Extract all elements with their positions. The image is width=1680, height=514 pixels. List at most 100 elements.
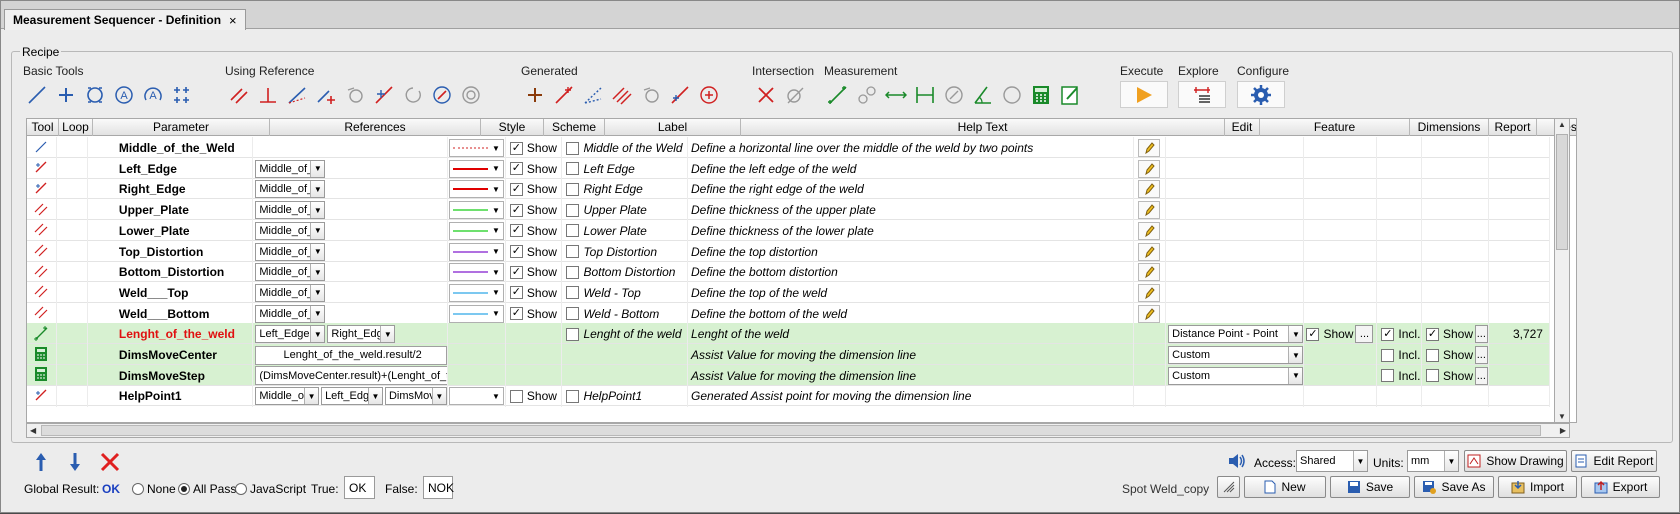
gen-point-line-icon[interactable] <box>550 81 578 108</box>
parameter-name[interactable]: DimsMoveStep <box>88 364 254 387</box>
style-select[interactable]: ▼ <box>448 242 504 261</box>
loop-cell[interactable] <box>57 219 88 242</box>
label-checkbox[interactable] <box>566 224 580 238</box>
table-row[interactable]: Weld___Bottom Middle_of_ ▼ ▼ ✓ Show Weld - Bot… <box>27 302 1550 325</box>
loop-cell[interactable] <box>57 178 88 201</box>
scheme-show-checkbox[interactable]: ✓ Show <box>509 203 557 217</box>
report-include-checkbox-box[interactable]: ✓ <box>1381 327 1395 341</box>
style-select[interactable]: ▼ <box>448 304 504 323</box>
intersect-circle-icon[interactable] <box>781 81 809 108</box>
scheme-show-checkbox-box[interactable]: ✓ <box>509 203 523 217</box>
style-select[interactable]: ▼ <box>448 387 504 406</box>
help-text[interactable]: Define a horizontal line over the middle… <box>688 137 1134 159</box>
radio-javascript[interactable]: JavaScript <box>235 482 306 496</box>
dimensions-options-button[interactable]: ... <box>1355 325 1374 344</box>
parameter-name[interactable]: Weld___Bottom <box>88 302 254 325</box>
radio-javascript-circle[interactable] <box>235 483 247 495</box>
edit-button[interactable] <box>1138 304 1161 323</box>
loop-cell[interactable] <box>57 281 88 304</box>
table-row[interactable]: Left_Edge Middle_of_ ▼ ▼ ✓ Show Left Edge Defin… <box>27 157 1550 180</box>
feature-select[interactable]: Custom ▼ <box>1168 366 1304 385</box>
gen-circle-point-icon[interactable] <box>695 81 723 108</box>
radio-none-circle[interactable] <box>132 483 144 495</box>
style-select[interactable]: ▼ <box>448 180 504 199</box>
line-tool-icon[interactable] <box>23 81 51 108</box>
result-show-checkbox-box[interactable] <box>1425 348 1439 362</box>
scroll-right-icon[interactable]: ▶ <box>1560 426 1566 435</box>
intersect-lines-icon[interactable] <box>752 81 780 108</box>
loop-cell[interactable] <box>57 240 88 263</box>
help-text[interactable]: Define the bottom distortion <box>688 261 1134 284</box>
column-header-dimensions[interactable]: Dimensions <box>1410 119 1489 136</box>
edit-button[interactable] <box>1138 159 1161 178</box>
label-checkbox[interactable] <box>566 286 580 300</box>
false-value-input[interactable]: NOK <box>423 476 454 499</box>
scheme-show-checkbox-box[interactable]: ✓ <box>509 162 523 176</box>
explore-icon[interactable] <box>1178 81 1226 108</box>
dimensions-show-checkbox[interactable]: ✓ Show <box>1306 327 1353 341</box>
loop-cell[interactable] <box>57 261 88 284</box>
width-icon[interactable] <box>882 81 910 108</box>
ref-circle-icon[interactable] <box>399 81 427 108</box>
radio-all-pass[interactable]: All Pass <box>178 482 236 496</box>
scheme-show-checkbox-box[interactable]: ✓ <box>509 182 523 196</box>
arc-a-icon[interactable]: A <box>139 81 167 108</box>
reference-select[interactable]: Middle_of_▼ <box>255 180 326 199</box>
style-select[interactable]: ▼ <box>448 159 504 178</box>
label-checkbox[interactable] <box>566 245 580 258</box>
edit-button[interactable] <box>1138 283 1161 302</box>
parameter-name[interactable]: DimsMoveCenter <box>88 344 254 366</box>
loop-cell[interactable] <box>57 385 88 408</box>
table-row[interactable]: DimsMoveStep (DimsMoveCenter.result)+(Len… <box>27 364 1550 387</box>
table-row[interactable]: Middle_of_the_Weld ▼ ✓ Show Middle of the We… <box>27 137 1550 159</box>
parameter-name[interactable]: Middle_of_the_Weld <box>88 137 254 159</box>
column-header-feature[interactable]: Feature <box>1260 119 1410 136</box>
result-show-checkbox[interactable]: ✓ Show <box>1425 327 1473 341</box>
label-text[interactable]: Weld - Top <box>583 286 640 300</box>
scroll-left-icon[interactable]: ◀ <box>30 426 36 435</box>
height-icon[interactable] <box>911 81 939 108</box>
column-header-report[interactable]: Report <box>1489 119 1537 136</box>
scheme-show-checkbox-box[interactable]: ✓ <box>509 245 523 258</box>
reference-select[interactable]: Left_Edge▼ <box>321 387 383 406</box>
column-header-tool[interactable]: Tool <box>27 119 59 136</box>
concentric-circle-icon[interactable] <box>457 81 485 108</box>
tab-measurement-sequencer[interactable]: Measurement Sequencer - Definition × <box>4 9 246 30</box>
new-button[interactable]: New <box>1244 476 1326 498</box>
label-checkbox[interactable] <box>566 327 580 341</box>
table-row[interactable]: Top_Distortion Middle_of_ ▼ ▼ ✓ Show Top Disto… <box>27 240 1550 263</box>
edit-button[interactable] <box>1138 263 1161 282</box>
scheme-show-checkbox[interactable]: ✓ Show <box>509 265 557 279</box>
label-text[interactable]: Left Edge <box>583 162 634 176</box>
label-text[interactable]: Right Edge <box>583 182 642 196</box>
true-value-input[interactable]: OK <box>344 476 375 499</box>
edit-report-button[interactable]: Edit Report <box>1571 450 1657 472</box>
reference-select[interactable]: Middle_of_▼ <box>255 304 326 323</box>
column-header-edit[interactable]: Edit <box>1225 119 1260 136</box>
label-checkbox[interactable] <box>566 182 580 196</box>
gen-line-icon[interactable] <box>666 81 694 108</box>
label-text[interactable]: Bottom Distortion <box>583 265 675 279</box>
loop-cell[interactable] <box>57 364 88 387</box>
label-text[interactable]: Upper Plate <box>583 203 646 217</box>
circle-fit-icon[interactable] <box>81 81 109 108</box>
edit-button[interactable] <box>1138 180 1161 199</box>
table-row[interactable]: Lower_Plate Middle_of_ ▼ ▼ ✓ Show Lower Plate D… <box>27 219 1550 242</box>
column-header-scheme[interactable]: Scheme <box>544 119 605 136</box>
report-include-checkbox[interactable]: Incl. <box>1381 348 1420 362</box>
scheme-show-checkbox[interactable]: ✓ Show <box>509 286 557 300</box>
result-options-button[interactable]: ... <box>1475 325 1488 344</box>
help-text[interactable]: Assist Value for moving the dimension li… <box>688 364 1134 387</box>
label-checkbox[interactable] <box>566 203 580 217</box>
reference-select[interactable]: Middle_of_▼ <box>255 283 326 302</box>
loop-cell[interactable] <box>57 344 88 366</box>
calculator-icon[interactable] <box>1027 81 1055 108</box>
reference-select[interactable]: Middle_of_▼ <box>255 387 320 406</box>
feature-select[interactable]: Custom ▼ <box>1168 346 1304 364</box>
help-text[interactable]: Generated Assist point for moving the di… <box>688 385 1134 408</box>
scroll-down-icon[interactable]: ▼ <box>1558 412 1566 421</box>
formula-field[interactable]: Lenght_of_the_weld.result/2 <box>255 345 447 365</box>
help-text[interactable]: Assist Value for moving the dimension li… <box>688 344 1134 366</box>
label-checkbox[interactable] <box>566 162 580 176</box>
perpendicular-icon[interactable] <box>254 81 282 108</box>
